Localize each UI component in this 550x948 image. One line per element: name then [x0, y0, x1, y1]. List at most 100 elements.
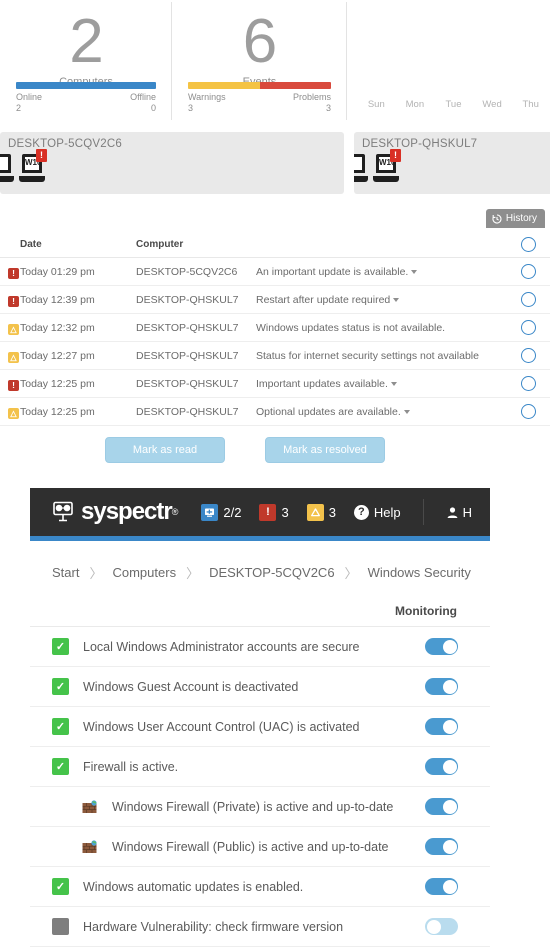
events-bar: Warnings 3 Problems 3 [188, 82, 331, 114]
mark-as-read-button[interactable]: Mark as read [105, 437, 225, 463]
computer-card-list: DESKTOP-5CQV2C6 W10 ! DESKTOP-QHSKUL7 W1… [0, 132, 550, 194]
events-count: 6 [242, 7, 277, 76]
list-item[interactable]: Windows Firewall (Public) is active and … [30, 827, 490, 867]
computers-stat-value: 2/2 [223, 504, 242, 520]
check-label: Windows Firewall (Public) is active and … [112, 839, 389, 854]
user-icon [446, 506, 459, 519]
monitoring-column-header: Monitoring [395, 604, 457, 618]
check-label: Local Windows Administrator accounts are… [83, 639, 360, 654]
monitoring-toggle[interactable] [425, 638, 458, 655]
monitoring-toggle[interactable] [425, 798, 458, 815]
navbar-computers-stat[interactable]: 2/2 [201, 503, 242, 521]
breadcrumb-item-computers[interactable]: Computers [112, 565, 176, 580]
warnings-legend: Warnings 3 [188, 92, 226, 114]
navbar-problems-stat[interactable]: ! 3 [259, 503, 289, 521]
row-select-cell [506, 348, 550, 363]
event-message: Status for internet security settings no… [256, 349, 479, 362]
help-label: Help [373, 504, 401, 520]
computer-card[interactable]: DESKTOP-QHSKUL7 W10 ! [354, 132, 550, 194]
mark-as-resolved-button[interactable]: Mark as resolved [265, 437, 385, 463]
computer-card-icons: W10 ! [354, 149, 401, 182]
event-computer: DESKTOP-QHSKUL7 [136, 349, 239, 362]
list-item[interactable]: ✓ Local Windows Administrator accounts a… [30, 627, 490, 667]
row-select-radio[interactable] [520, 292, 536, 307]
event-message: Restart after update required [256, 293, 391, 306]
online-value: 2 [16, 103, 22, 113]
monitor-glasses-logo-icon [52, 501, 78, 523]
monitoring-toggle[interactable] [425, 838, 458, 855]
event-date: Today 01:29 pm [20, 265, 95, 278]
row-select-radio[interactable] [520, 404, 536, 419]
table-row[interactable]: △ Today 12:32 pm DESKTOP-QHSKUL7 Windows… [0, 314, 550, 342]
history-button[interactable]: History [485, 209, 545, 228]
check-icon: ✓ [52, 638, 69, 655]
navbar-warnings-stat[interactable]: 3 [306, 503, 336, 521]
event-message-cell: Important updates available. [256, 378, 506, 390]
event-message: Optional updates are available. [256, 405, 401, 418]
breadcrumb-item-computer[interactable]: DESKTOP-5CQV2C6 [209, 565, 334, 580]
list-item[interactable]: ✓ Firewall is active. [30, 747, 490, 787]
weekday-label: Wed [482, 99, 502, 110]
row-select-radio[interactable] [520, 264, 536, 279]
online-label: Online [16, 92, 43, 102]
breadcrumb-separator-icon: 〉 [89, 566, 103, 581]
user-menu[interactable]: H [446, 505, 472, 520]
warning-icon: △ [8, 407, 19, 419]
dashboard-tile-events[interactable]: 6 Events Warnings 3 Problems 3 [172, 0, 347, 128]
breadcrumb-separator-icon: 〉 [344, 566, 358, 581]
monitoring-toggle[interactable] [425, 918, 458, 935]
row-select-cell [506, 292, 550, 307]
registered-mark: ® [171, 507, 179, 517]
severity-cell: ! [0, 375, 20, 393]
chevron-down-icon[interactable] [403, 409, 410, 414]
chevron-down-icon[interactable] [390, 381, 397, 386]
table-row[interactable]: △ Today 12:25 pm DESKTOP-QHSKUL7 Optiona… [0, 398, 550, 426]
row-select-cell [506, 264, 550, 279]
computers-icon [201, 503, 219, 521]
list-item[interactable]: Hardware Vulnerability: check firmware v… [30, 907, 490, 947]
problems-value: 3 [325, 103, 331, 113]
list-item[interactable]: ✓ Windows Guest Account is deactivated [30, 667, 490, 707]
row-select-radio[interactable] [520, 320, 536, 335]
breadcrumb-separator-icon: 〉 [186, 566, 200, 581]
monitoring-toggle[interactable] [425, 758, 458, 775]
event-date: Today 12:27 pm [20, 349, 95, 362]
table-row[interactable]: ! Today 01:29 pm DESKTOP-5CQV2C6 An impo… [0, 258, 550, 286]
laptop-alert-icon: W10 ! [19, 149, 47, 182]
help-link[interactable]: ? Help [353, 504, 401, 520]
event-date: Today 12:39 pm [20, 293, 95, 306]
select-all-radio[interactable] [520, 237, 536, 252]
table-row[interactable]: ! Today 12:25 pm DESKTOP-QHSKUL7 Importa… [0, 370, 550, 398]
events-bar-problems-segment [259, 82, 331, 89]
chevron-down-icon[interactable] [393, 297, 400, 302]
warnings-icon [306, 503, 324, 521]
monitoring-toggle[interactable] [425, 718, 458, 735]
breadcrumb-item-windows-security[interactable]: Windows Security [368, 565, 471, 580]
computer-card[interactable]: DESKTOP-5CQV2C6 W10 ! [0, 132, 344, 194]
row-select-cell [506, 376, 550, 391]
syspectr-logo[interactable]: syspectr® [52, 500, 179, 524]
monitoring-toggle[interactable] [425, 678, 458, 695]
row-select-radio[interactable] [520, 376, 536, 391]
breadcrumb-item-start[interactable]: Start [52, 565, 79, 580]
warning-icon: △ [8, 351, 19, 363]
table-row[interactable]: ! Today 12:39 pm DESKTOP-QHSKUL7 Restart… [0, 286, 550, 314]
computer-card-title: DESKTOP-QHSKUL7 [362, 138, 478, 150]
list-item[interactable]: ✓ Windows automatic updates is enabled. [30, 867, 490, 907]
check-label: Hardware Vulnerability: check firmware v… [83, 919, 344, 934]
dashboard-summary: 2 Computers Online 2 Offline 0 [0, 0, 550, 128]
row-select-radio[interactable] [520, 348, 536, 363]
firewall-brick-icon [82, 799, 98, 814]
laptop-icon [0, 154, 14, 182]
check-label: Windows User Account Control (UAC) is ac… [83, 719, 360, 734]
monitoring-toggle[interactable] [425, 878, 458, 895]
offline-value: 0 [150, 103, 156, 113]
dashboard-tile-computers[interactable]: 2 Computers Online 2 Offline 0 [0, 0, 172, 128]
check-label: Windows automatic updates is enabled. [83, 879, 304, 894]
chevron-down-icon[interactable] [411, 269, 418, 274]
table-row[interactable]: △ Today 12:27 pm DESKTOP-QHSKUL7 Status … [0, 342, 550, 370]
severity-cell: △ [0, 319, 20, 337]
list-item[interactable]: Windows Firewall (Private) is active and… [30, 787, 490, 827]
online-legend: Online 2 [16, 92, 42, 114]
list-item[interactable]: ✓ Windows User Account Control (UAC) is … [30, 707, 490, 747]
